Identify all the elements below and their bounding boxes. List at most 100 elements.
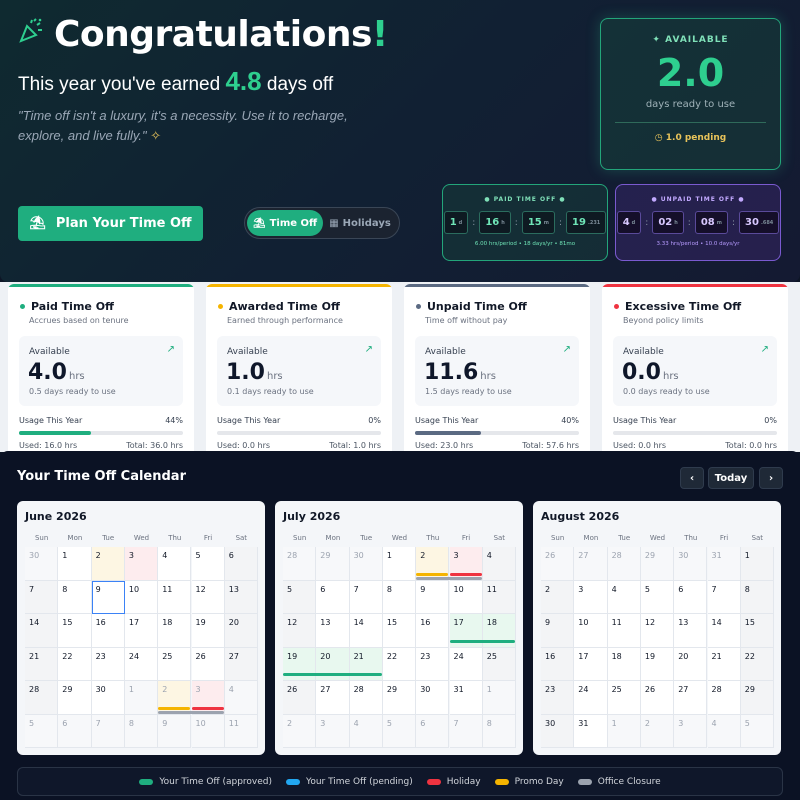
calendar-day[interactable]: 23 (416, 647, 450, 681)
calendar-day[interactable]: 9 (158, 714, 192, 748)
event-bar[interactable] (191, 706, 224, 710)
calendar-day[interactable]: 28 (707, 681, 741, 715)
calendar-day[interactable]: 6 (416, 714, 450, 748)
calendar-day[interactable]: 14 (707, 614, 741, 648)
calendar-day[interactable]: 24 (574, 681, 608, 715)
calendar-day[interactable]: 25 (158, 647, 192, 681)
calendar-day[interactable]: 19 (640, 647, 675, 681)
calendar-day[interactable]: 29 (740, 681, 775, 715)
calendar-day[interactable]: 2 (91, 547, 125, 581)
calendar-day[interactable]: 20 (224, 614, 259, 648)
calendar-day[interactable]: 28 (607, 547, 641, 581)
category-card[interactable]: Paid Time Off Accrues based on tenure Av… (8, 284, 194, 452)
calendar-day[interactable]: 6 (58, 714, 92, 748)
calendar-day[interactable]: 22 (740, 647, 775, 681)
calendar-day[interactable]: 18 (607, 647, 641, 681)
calendar-day[interactable]: 9 (541, 614, 575, 648)
calendar-day[interactable]: 12 (191, 580, 225, 614)
calendar-day[interactable]: 30 (91, 681, 125, 715)
calendar-day[interactable]: 7 (25, 580, 59, 614)
calendar-day[interactable]: 5 (191, 547, 225, 581)
calendar-day[interactable]: 29 (382, 681, 417, 715)
calendar-day[interactable]: 24 (449, 647, 483, 681)
calendar-day[interactable]: 3 (124, 547, 159, 581)
calendar-day[interactable]: 11 (158, 580, 192, 614)
calendar-day[interactable]: 1 (124, 681, 159, 715)
calendar-day[interactable]: 9 (91, 580, 125, 614)
calendar-day[interactable]: 2 (640, 714, 675, 748)
calendar-day[interactable]: 29 (58, 681, 92, 715)
calendar-day[interactable]: 13 (674, 614, 708, 648)
calendar-day[interactable]: 17 (124, 614, 159, 648)
calendar-day[interactable]: 16 (91, 614, 125, 648)
calendar-day[interactable]: 15 (740, 614, 775, 648)
event-bar[interactable] (283, 673, 382, 676)
calendar-day[interactable]: 8 (740, 580, 775, 614)
calendar-day[interactable]: 30 (541, 714, 575, 748)
calendar-day[interactable]: 26 (191, 647, 225, 681)
calendar-day[interactable]: 18 (158, 614, 192, 648)
calendar-day[interactable]: 10 (449, 580, 483, 614)
calendar-day[interactable]: 29 (640, 547, 675, 581)
calendar-day[interactable]: 4 (707, 714, 741, 748)
calendar-day[interactable]: 21 (25, 647, 59, 681)
calendar-day[interactable]: 31 (449, 681, 483, 715)
toggle-time-off[interactable]: ⛱ Time Off (247, 210, 323, 236)
calendar-day[interactable]: 29 (316, 547, 350, 581)
calendar-day[interactable]: 7 (349, 580, 383, 614)
calendar-day[interactable]: 14 (25, 614, 59, 648)
calendar-day[interactable]: 28 (25, 681, 59, 715)
calendar-day[interactable]: 6 (674, 580, 708, 614)
calendar-day[interactable]: 27 (224, 647, 259, 681)
calendar-day[interactable]: 15 (382, 614, 417, 648)
calendar-day[interactable]: 4 (482, 547, 517, 581)
calendar-day[interactable]: 1 (740, 547, 775, 581)
plan-time-off-button[interactable]: ⛱ Plan Your Time Off (18, 206, 203, 241)
calendar-day[interactable]: 8 (382, 580, 417, 614)
calendar-day[interactable]: 30 (349, 547, 383, 581)
prev-month-button[interactable]: ‹ (680, 467, 704, 489)
calendar-day[interactable]: 12 (640, 614, 675, 648)
calendar-day[interactable]: 17 (574, 647, 608, 681)
calendar-day[interactable]: 7 (707, 580, 741, 614)
calendar-day[interactable]: 28 (349, 681, 383, 715)
calendar-day[interactable]: 3 (574, 580, 608, 614)
calendar-day[interactable]: 4 (158, 547, 192, 581)
calendar-day[interactable]: 2 (541, 580, 575, 614)
calendar-day[interactable]: 10 (191, 714, 225, 748)
event-bar[interactable] (158, 710, 224, 714)
calendar-day[interactable]: 26 (640, 681, 675, 715)
calendar-day[interactable]: 11 (607, 614, 641, 648)
calendar-day[interactable]: 4 (607, 580, 641, 614)
calendar-day[interactable]: 6 (224, 547, 259, 581)
calendar-day[interactable]: 16 (541, 647, 575, 681)
calendar-day[interactable]: 20 (674, 647, 708, 681)
calendar-day[interactable]: 15 (58, 614, 92, 648)
calendar-day[interactable]: 30 (25, 547, 59, 581)
event-bar[interactable] (449, 639, 516, 643)
calendar-day[interactable]: 31 (707, 547, 741, 581)
calendar-day[interactable]: 10 (124, 580, 159, 614)
calendar-day[interactable]: 5 (283, 580, 317, 614)
calendar-day[interactable]: 11 (224, 714, 259, 748)
calendar-day[interactable]: 1 (58, 547, 92, 581)
calendar-day[interactable]: 12 (283, 614, 317, 648)
calendar-day[interactable]: 7 (449, 714, 483, 748)
calendar-day[interactable]: 5 (25, 714, 59, 748)
calendar-day[interactable]: 26 (283, 681, 317, 715)
next-month-button[interactable]: › (759, 467, 783, 489)
category-card[interactable]: Awarded Time Off Earned through performa… (206, 284, 392, 452)
calendar-day[interactable]: 8 (124, 714, 159, 748)
calendar-day[interactable]: 22 (58, 647, 92, 681)
calendar-day[interactable]: 1 (607, 714, 641, 748)
calendar-day[interactable]: 27 (574, 547, 608, 581)
calendar-day[interactable]: 25 (607, 681, 641, 715)
toggle-holidays[interactable]: ▦ Holidays (323, 210, 397, 236)
calendar-day[interactable]: 13 (224, 580, 259, 614)
event-bar[interactable] (449, 572, 482, 576)
calendar-day[interactable]: 9 (416, 580, 450, 614)
calendar-day[interactable]: 27 (674, 681, 708, 715)
calendar-day[interactable]: 5 (640, 580, 675, 614)
calendar-day[interactable]: 10 (574, 614, 608, 648)
calendar-day[interactable]: 4 (349, 714, 383, 748)
